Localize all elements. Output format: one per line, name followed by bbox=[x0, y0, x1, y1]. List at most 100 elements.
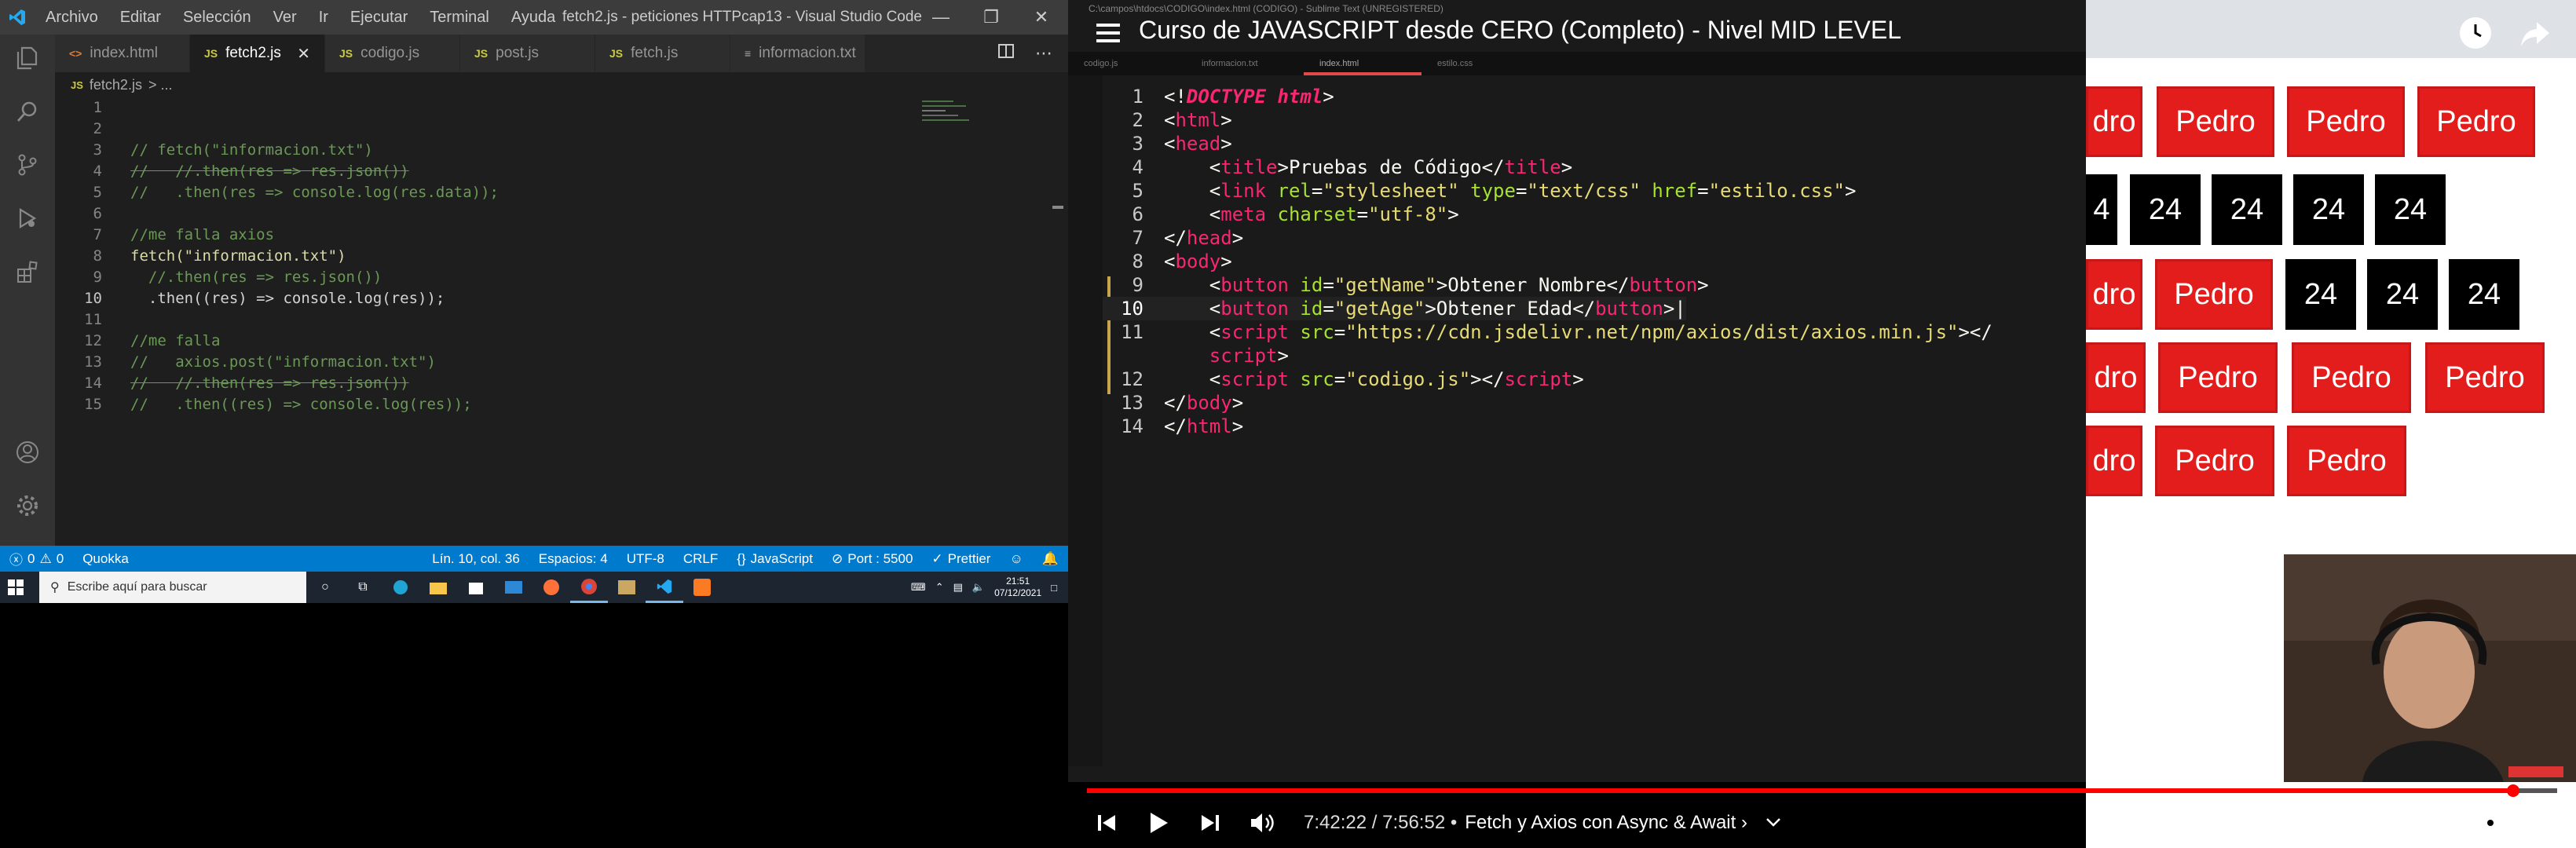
menu-archivo[interactable]: Archivo bbox=[35, 9, 109, 27]
progress-scrubber[interactable] bbox=[2506, 784, 2519, 797]
chrome-icon[interactable] bbox=[570, 572, 608, 603]
close-window-button[interactable]: ✕ bbox=[1016, 0, 1067, 35]
video-progress-fill bbox=[1087, 788, 2513, 793]
menu-ejecutar[interactable]: Ejecutar bbox=[339, 9, 419, 27]
chevron-up-icon[interactable]: ⌃ bbox=[935, 581, 944, 594]
mail-icon[interactable] bbox=[495, 572, 532, 603]
breadcrumb-file[interactable]: fetch2.js bbox=[90, 77, 142, 93]
sublime-line: 6 <meta charset="utf-8"> bbox=[1132, 203, 1459, 225]
taskbar-search[interactable]: ⚲ Escribe aquí para buscar bbox=[39, 572, 306, 603]
menu-editar[interactable]: Editar bbox=[109, 9, 172, 27]
cursor-position[interactable]: Lín. 10, col. 36 bbox=[423, 551, 529, 567]
close-tab-icon[interactable]: ✕ bbox=[297, 44, 310, 64]
menu-ayuda[interactable]: Ayuda bbox=[500, 9, 566, 27]
task-view-icon[interactable]: ⧉ bbox=[344, 572, 382, 603]
firefox-icon[interactable] bbox=[532, 572, 570, 603]
sublime-tab-active: index.html bbox=[1304, 52, 1422, 75]
explorer-icon[interactable] bbox=[13, 44, 42, 72]
video-progress-bar[interactable] bbox=[1087, 784, 2557, 797]
tab-label: index.html bbox=[90, 45, 158, 61]
tab-index-html[interactable]: <> index.html bbox=[55, 35, 190, 72]
sublime-tab: estilo.css bbox=[1437, 59, 1473, 68]
video-player[interactable]: C:\campos\htdocs\CODIGO\index.html (CODI… bbox=[1068, 0, 2576, 848]
breadcrumb-more[interactable]: > ... bbox=[148, 77, 173, 93]
volume-icon[interactable] bbox=[1236, 798, 1288, 848]
next-icon[interactable] bbox=[1184, 798, 1236, 848]
keyboard-icon[interactable]: ⌨ bbox=[911, 581, 926, 594]
chapter-title[interactable]: Fetch y Axios con Async & Await › bbox=[1465, 812, 1747, 834]
menu-icon[interactable] bbox=[1096, 24, 1120, 47]
edge-icon[interactable] bbox=[382, 572, 419, 603]
browser-toolbar bbox=[2086, 0, 2576, 58]
preview-box: 24 bbox=[2367, 259, 2438, 330]
restore-button[interactable]: ❐ bbox=[966, 0, 1016, 35]
run-debug-icon[interactable] bbox=[13, 204, 42, 232]
controls-right bbox=[2464, 798, 2576, 848]
line-ending[interactable]: CRLF bbox=[674, 551, 727, 567]
sublime-tab: informacion.txt bbox=[1202, 59, 1258, 68]
xampp-icon[interactable] bbox=[683, 572, 721, 603]
prettier-status[interactable]: ✓ Prettier bbox=[922, 551, 1000, 567]
preview-box: dro bbox=[2086, 426, 2142, 496]
share-icon[interactable] bbox=[2519, 20, 2551, 49]
sublime-line: 2 <html> bbox=[1132, 109, 1232, 131]
notifications-icon[interactable]: □ bbox=[1051, 582, 1057, 594]
volume-icon[interactable]: 🔈 bbox=[972, 581, 985, 594]
menu-seleccion[interactable]: Selección bbox=[172, 9, 262, 27]
preview-box: Pedro bbox=[2155, 259, 2273, 330]
feedback-icon[interactable]: ☺ bbox=[1000, 551, 1032, 567]
error-icon: ⓧ bbox=[9, 553, 23, 568]
windows-start-icon[interactable] bbox=[8, 579, 24, 599]
play-icon[interactable] bbox=[1132, 798, 1184, 848]
code-editor[interactable]: 1 2 3// fetch("informacion.txt") 4// //.… bbox=[55, 97, 1068, 545]
editor-scroll-indicator[interactable] bbox=[1052, 206, 1063, 209]
time-current: 7:42:22 bbox=[1304, 812, 1367, 833]
tab-codigo-js[interactable]: JS codigo.js bbox=[325, 35, 460, 72]
menu-ir[interactable]: Ir bbox=[308, 9, 339, 27]
previous-icon[interactable] bbox=[1081, 798, 1132, 848]
code-line-current: 10 .then((res) => console.log(res)); bbox=[84, 290, 445, 307]
split-editor-icon[interactable] bbox=[997, 42, 1015, 64]
account-icon[interactable] bbox=[13, 438, 42, 466]
media-icon[interactable] bbox=[608, 572, 646, 603]
extensions-icon[interactable] bbox=[13, 258, 42, 286]
block-icon: ⊘ bbox=[832, 550, 843, 566]
indentation[interactable]: Espacios: 4 bbox=[529, 551, 617, 567]
taskbar-clock[interactable]: 21:51 07/12/2021 bbox=[994, 576, 1041, 599]
language-mode[interactable]: {} JavaScript bbox=[727, 551, 822, 567]
file-explorer-icon[interactable] bbox=[419, 572, 457, 603]
source-control-icon[interactable] bbox=[13, 151, 42, 179]
quokka-status[interactable]: Quokka bbox=[73, 551, 138, 567]
time-display: 7:42:22 / 7:56:52 • bbox=[1304, 812, 1458, 833]
tab-fetch2-js[interactable]: JS fetch2.js ✕ bbox=[190, 35, 325, 72]
tab-informacion-txt[interactable]: ≡ informacion.txt bbox=[730, 35, 865, 72]
store-icon[interactable] bbox=[457, 572, 495, 603]
video-title[interactable]: Curso de JAVASCRIPT desde CERO (Completo… bbox=[1139, 16, 1901, 45]
preview-box: dro bbox=[2086, 86, 2142, 157]
tab-post-js[interactable]: JS post.js bbox=[460, 35, 595, 72]
editor-actions: ⋯ bbox=[997, 35, 1052, 72]
more-actions-icon[interactable]: ⋯ bbox=[1035, 43, 1052, 64]
sublime-line: 9 <button id="getName">Obtener Nombre</b… bbox=[1132, 274, 1709, 296]
encoding[interactable]: UTF-8 bbox=[617, 551, 674, 567]
cortana-icon[interactable]: ○ bbox=[306, 572, 344, 603]
bell-icon[interactable]: 🔔 bbox=[1033, 551, 1068, 567]
watch-later-icon[interactable] bbox=[2460, 17, 2491, 49]
problems-indicator[interactable]: ⓧ 0 ⚠ 0 bbox=[0, 549, 73, 568]
settings-gear-icon[interactable] bbox=[2464, 798, 2516, 848]
gear-icon[interactable] bbox=[13, 492, 42, 520]
minimize-button[interactable]: — bbox=[916, 0, 966, 35]
code-line: 9 //.then(res => res.json()) bbox=[93, 269, 382, 286]
search-icon[interactable] bbox=[13, 97, 42, 126]
minimap[interactable] bbox=[920, 97, 999, 129]
menu-terminal[interactable]: Terminal bbox=[419, 9, 500, 27]
vscode-taskbar-icon[interactable] bbox=[646, 572, 683, 603]
live-server-port[interactable]: ⊘ Port : 5500 bbox=[822, 551, 922, 567]
chevron-down-icon[interactable] bbox=[1747, 798, 1799, 848]
network-icon[interactable]: ▤ bbox=[953, 581, 963, 594]
exit-fullscreen-icon[interactable] bbox=[2516, 798, 2568, 848]
js-file-icon: JS bbox=[71, 79, 83, 91]
tab-fetch-js[interactable]: JS fetch.js bbox=[595, 35, 730, 72]
menu-ver[interactable]: Ver bbox=[262, 9, 308, 27]
tab-label: codigo.js bbox=[360, 45, 420, 61]
